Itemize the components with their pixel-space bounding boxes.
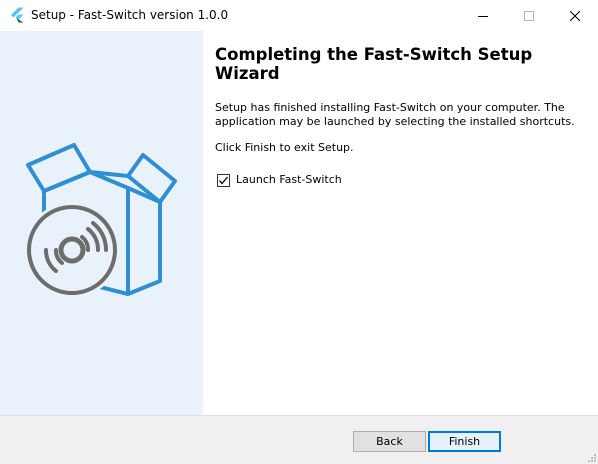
- button-bar: Back Finish: [0, 416, 598, 464]
- title-bar: Setup - Fast-Switch version 1.0.0: [0, 0, 598, 31]
- launch-checkbox-label[interactable]: Launch Fast-Switch: [236, 173, 342, 187]
- back-button[interactable]: Back: [353, 431, 426, 452]
- box-with-disc-icon: [24, 143, 177, 298]
- close-icon: [570, 10, 580, 21]
- maximize-button[interactable]: [506, 0, 552, 31]
- window-title: Setup - Fast-Switch version 1.0.0: [31, 8, 229, 22]
- maximize-icon: [524, 10, 534, 21]
- completion-message: Setup has finished installing Fast-Switc…: [215, 101, 575, 128]
- minimize-button[interactable]: [460, 0, 506, 31]
- finish-button[interactable]: Finish: [428, 431, 501, 452]
- launch-checkbox[interactable]: [217, 173, 230, 187]
- exit-instruction: Click Finish to exit Setup.: [215, 141, 354, 154]
- page-title: Completing the Fast-Switch Setup Wizard: [215, 45, 533, 83]
- wizard-content: Completing the Fast-Switch Setup Wizard …: [203, 31, 598, 415]
- close-button[interactable]: [552, 0, 598, 31]
- resize-grip-icon[interactable]: [586, 452, 596, 462]
- wizard-sidebar: [0, 31, 203, 415]
- flutter-logo-icon: [11, 7, 24, 23]
- launch-option[interactable]: Launch Fast-Switch: [217, 172, 342, 188]
- minimize-icon: [478, 15, 488, 17]
- checkmark-icon: [219, 176, 228, 185]
